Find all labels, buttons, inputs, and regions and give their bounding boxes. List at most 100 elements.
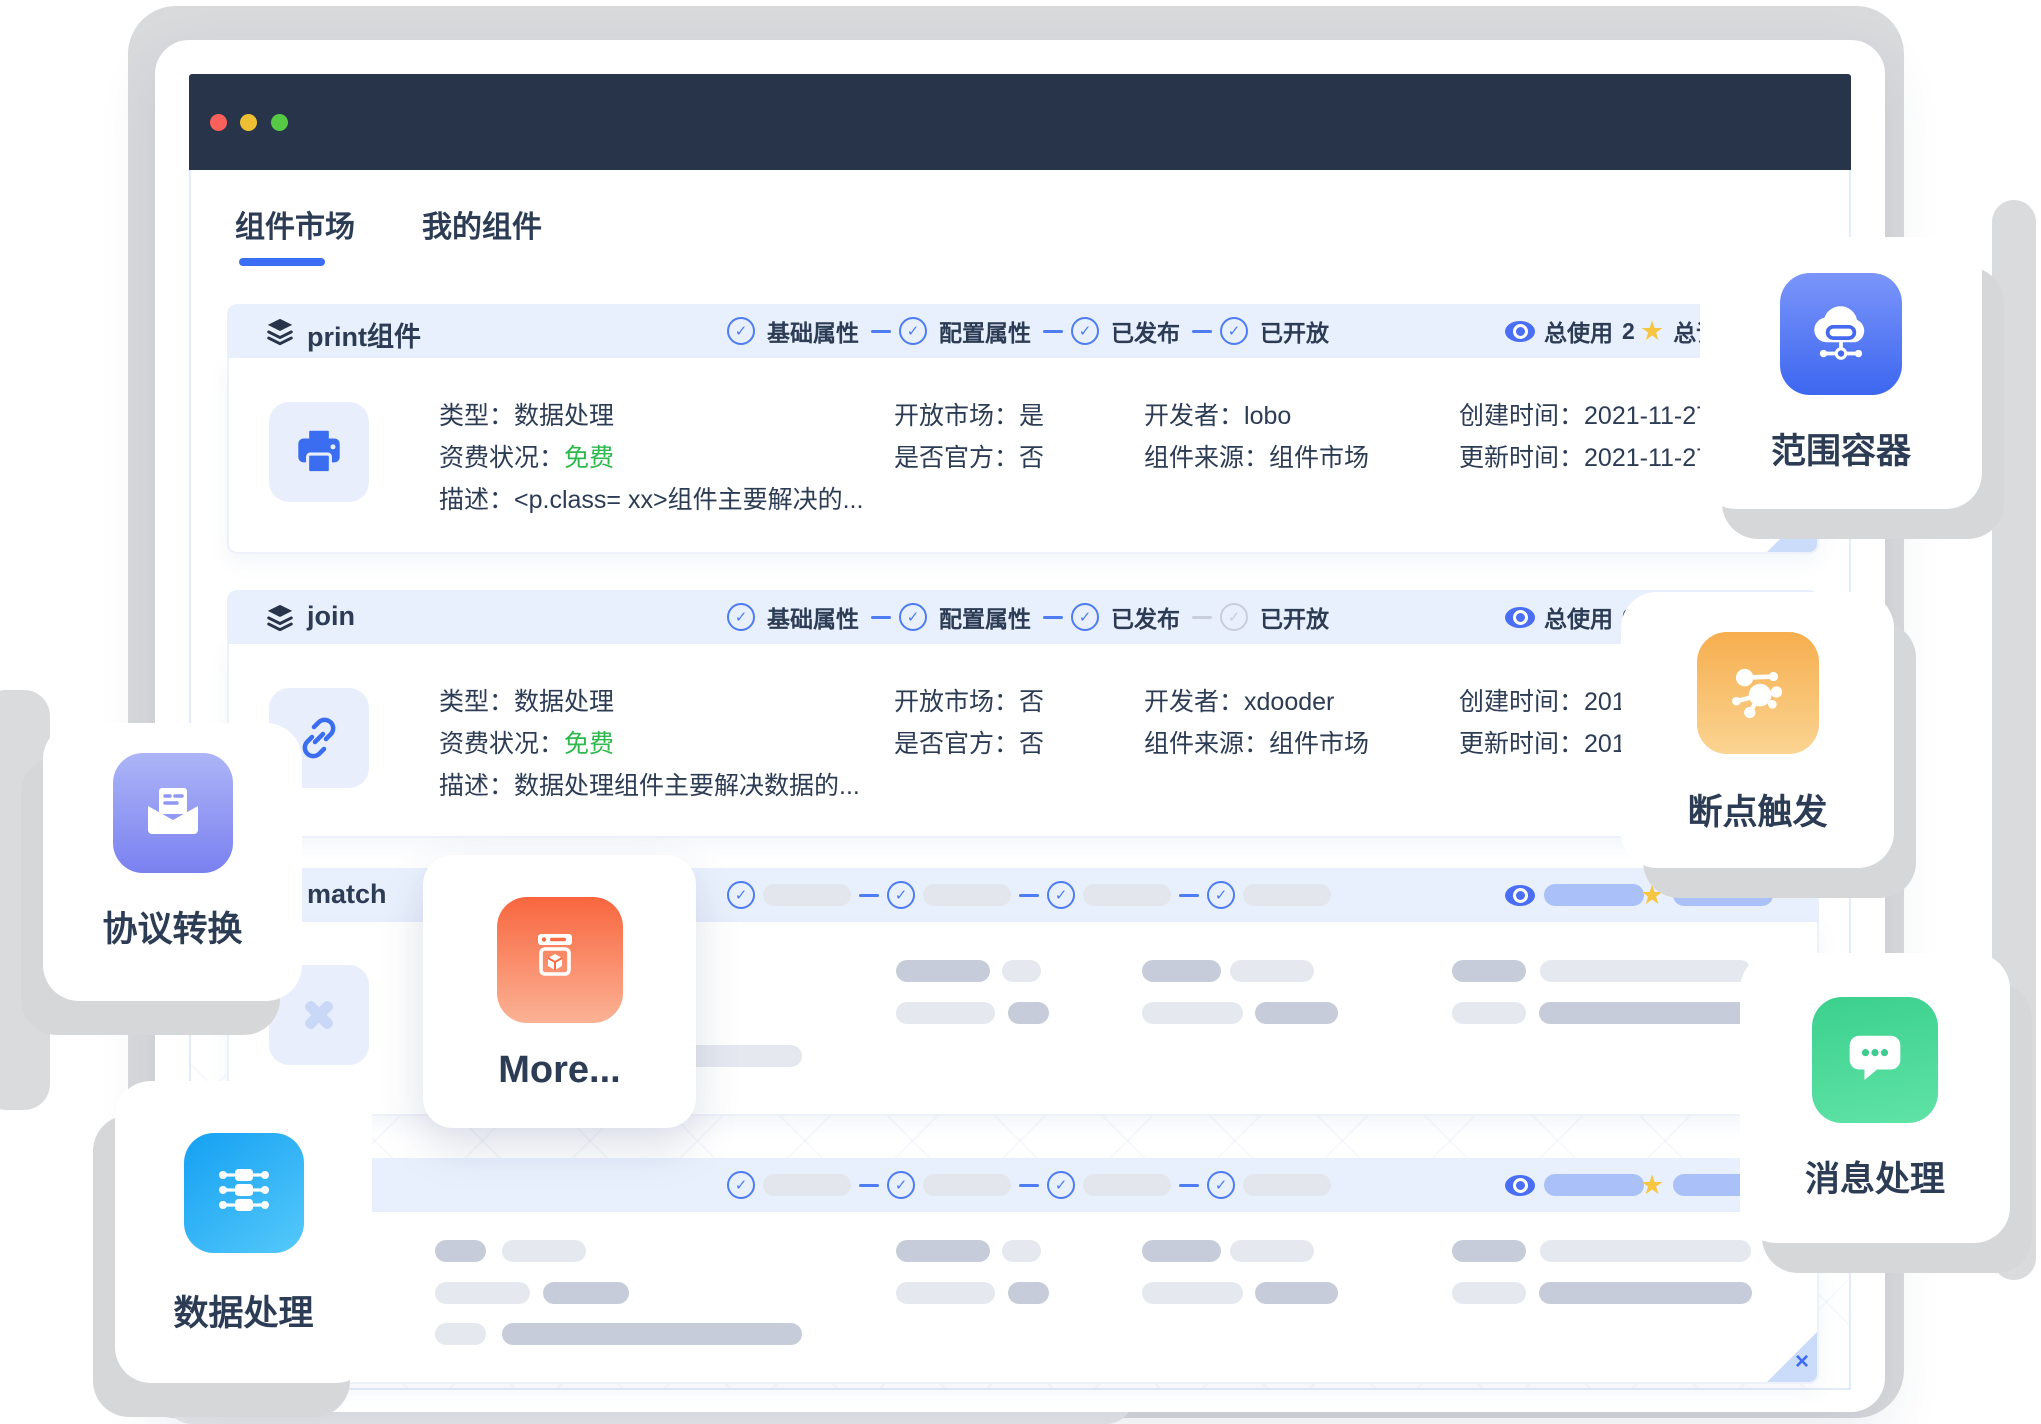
printer-icon — [269, 402, 369, 502]
source-label: 组件来源： — [1144, 730, 1269, 758]
skeleton-pill — [896, 1002, 995, 1024]
close-traffic-light[interactable] — [210, 114, 227, 131]
component-name: join — [307, 601, 355, 632]
component-row-join[interactable]: join 基础属性 配置属性 已发布 已开放 总使用 6 ★ 总评 — [227, 590, 1819, 838]
skeleton-pill — [896, 1282, 995, 1304]
star-icon: ★ — [1640, 1172, 1664, 1199]
check-icon — [1207, 1171, 1235, 1199]
component-row-print[interactable]: print组件 基础属性 配置属性 已发布 已开放 总使用 2 ★ 总评 — [227, 304, 1819, 554]
maximize-traffic-light[interactable] — [271, 114, 288, 131]
skeleton-pill — [1255, 1282, 1338, 1304]
check-icon — [1047, 1171, 1075, 1199]
eye-icon — [1505, 607, 1535, 628]
eye-icon — [1505, 1175, 1535, 1196]
check-icon — [887, 881, 915, 909]
status-steps-skeleton — [727, 1158, 1331, 1212]
skeleton-pill — [763, 884, 851, 906]
created-label: 创建时间： — [1459, 402, 1584, 430]
fee-value: 免费 — [564, 444, 614, 472]
skeleton-pill — [1142, 1282, 1243, 1304]
check-icon — [727, 603, 755, 631]
skeleton-pill — [1452, 960, 1526, 982]
step-dash — [859, 1184, 879, 1187]
skeleton-pill — [923, 1174, 1011, 1196]
floating-card-label: 数据处理 — [173, 1285, 313, 1336]
skeleton-pill — [502, 1323, 802, 1345]
step-dash — [1192, 330, 1212, 333]
skeleton-pill — [1539, 1002, 1752, 1024]
skeleton-pill — [1230, 1240, 1314, 1262]
step-dash — [1179, 1184, 1199, 1187]
skeleton-pill — [896, 1240, 990, 1262]
step-label: 配置属性 — [939, 600, 1031, 634]
check-icon — [899, 603, 927, 631]
floating-card-label: 协议转换 — [102, 901, 242, 952]
layers-icon — [265, 602, 295, 637]
floating-card-more[interactable]: More... — [423, 855, 696, 1128]
usage-count: 总使用 2 — [1505, 304, 1635, 358]
check-icon — [727, 317, 755, 345]
floating-card-label: 消息处理 — [1805, 1151, 1945, 1202]
floating-card-data-process[interactable]: 数据处理 — [115, 1081, 372, 1383]
close-icon[interactable]: × — [1795, 1348, 1809, 1376]
official-value: 否 — [1019, 730, 1044, 758]
check-icon — [1207, 881, 1235, 909]
skeleton-pill — [763, 1174, 851, 1196]
check-icon — [727, 881, 755, 909]
desc-label: 描述： — [439, 772, 514, 800]
skeleton-pill — [1008, 1002, 1049, 1024]
skeleton-pill — [435, 1240, 486, 1262]
developer-label: 开发者： — [1144, 688, 1244, 716]
close-icon[interactable]: × — [1795, 518, 1809, 546]
open-market-label: 开放市场： — [894, 402, 1019, 430]
skeleton-pill — [435, 1323, 486, 1345]
official-label: 是否官方： — [894, 444, 1019, 472]
floating-card-message-process[interactable]: 消息处理 — [1740, 953, 2010, 1243]
floating-card-protocol-convert[interactable]: 协议转换 — [43, 723, 302, 1001]
step-label: 已开放 — [1260, 600, 1329, 634]
check-icon — [1071, 603, 1099, 631]
skeleton-pill — [1083, 884, 1171, 906]
open-market-label: 开放市场： — [894, 688, 1019, 716]
cloud-server-icon — [1780, 273, 1902, 395]
updated-label: 更新时间： — [1459, 444, 1584, 472]
step-dash — [1192, 616, 1212, 619]
eye-icon — [1505, 885, 1535, 906]
star-icon: ★ — [1640, 318, 1664, 345]
step-label: 配置属性 — [939, 314, 1031, 348]
desc-label: 描述： — [439, 486, 514, 514]
window-titlebar — [189, 74, 1851, 170]
skeleton-pill — [1142, 1240, 1221, 1262]
skeleton-pill — [1243, 884, 1331, 906]
component-name: print组件 — [307, 315, 421, 354]
skeleton-pill — [1452, 1282, 1526, 1304]
type-value: 数据处理 — [514, 688, 614, 716]
store-icon — [497, 897, 623, 1023]
usage-label: 总使用 — [1544, 600, 1613, 634]
usage-value: 2 — [1622, 318, 1635, 345]
status-steps: 基础属性 配置属性 已发布 已开放 — [727, 304, 1333, 358]
check-icon — [1047, 881, 1075, 909]
step-label: 基础属性 — [767, 600, 859, 634]
row-body: × — [227, 1212, 1819, 1384]
fee-label: 资费状况： — [439, 444, 564, 472]
component-row-skeleton[interactable]: ★ — [227, 1158, 1819, 1384]
desc-value: <p.class= xx>组件主要解决的... — [514, 486, 863, 514]
skeleton-pill — [1452, 1002, 1526, 1024]
step-label: 已发布 — [1111, 314, 1180, 348]
step-dash — [1019, 1184, 1039, 1187]
floating-card-breakpoint-trigger[interactable]: 断点触发 — [1621, 592, 1894, 868]
tab-my-components[interactable]: 我的组件 — [422, 202, 542, 246]
skeleton-pill — [1002, 960, 1041, 982]
official-value: 否 — [1019, 444, 1044, 472]
minimize-traffic-light[interactable] — [240, 114, 257, 131]
floating-card-scope-container[interactable]: 范围容器 — [1700, 237, 1982, 509]
step-dash — [1043, 616, 1063, 619]
molecule-icon — [1697, 632, 1819, 754]
tab-component-market[interactable]: 组件市场 — [235, 202, 355, 246]
usage-count-skeleton — [1505, 868, 1644, 922]
corner-fold — [1767, 502, 1817, 552]
fee-label: 资费状况： — [439, 730, 564, 758]
status-steps-skeleton — [727, 868, 1331, 922]
skeleton-pill — [1452, 1240, 1526, 1262]
